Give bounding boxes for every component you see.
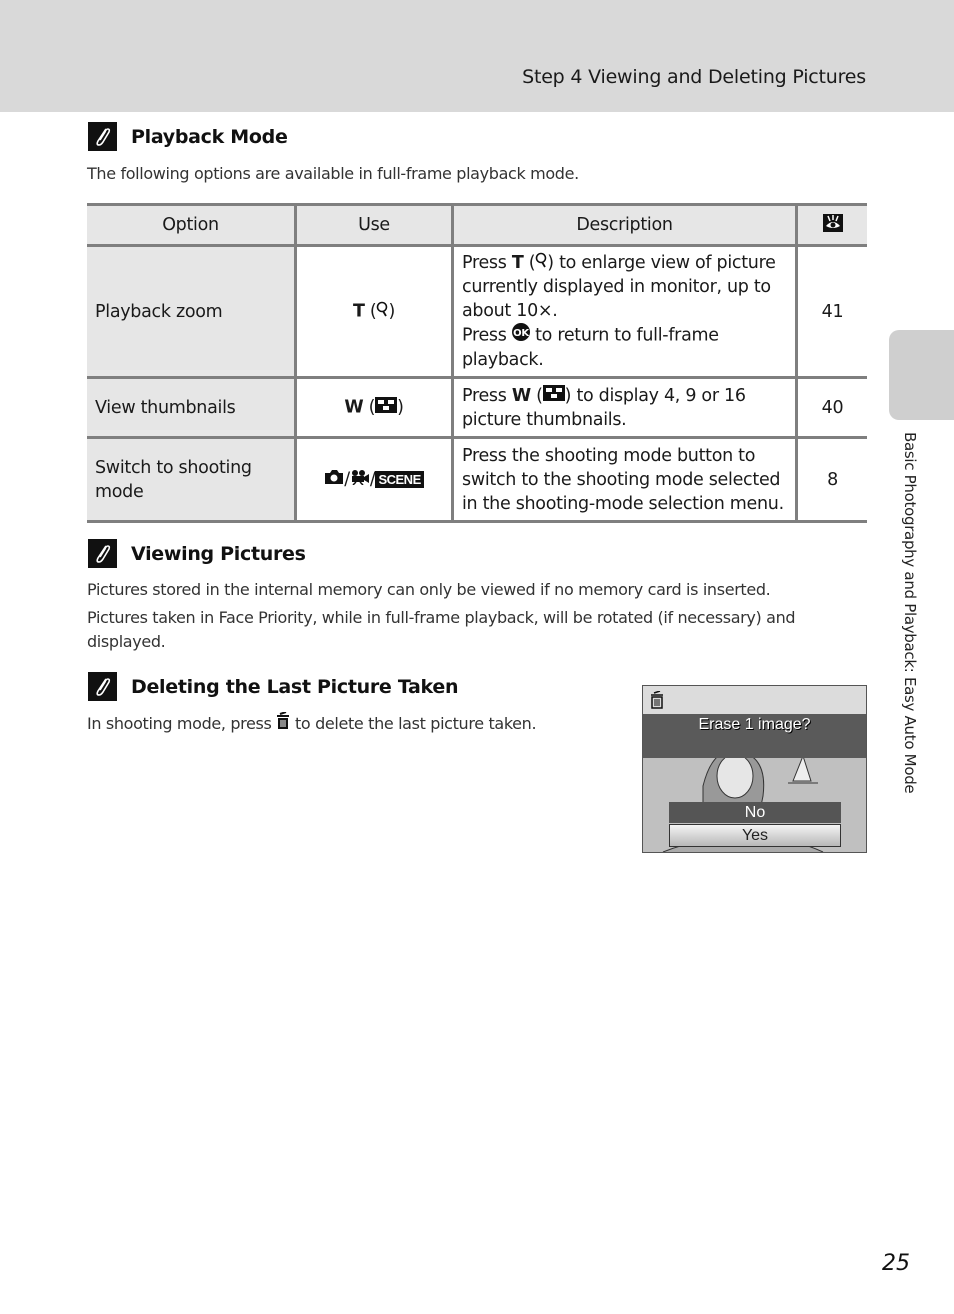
header-option: Option [87,203,296,247]
running-header: Step 4 Viewing and Deleting Pictures [522,66,866,88]
ok-button-icon: OK [511,323,531,348]
desc-text: to enlarge view of picture currently dis… [462,253,776,321]
use-cell: / / SCENE [294,436,453,523]
trash-icon [276,711,290,737]
zoom-magnifier-icon [376,301,388,322]
table-header-row: Option Use Description [87,203,867,247]
playback-intro: The following options are available in f… [87,164,579,183]
use-cell: W () [294,376,453,439]
note-paperclip-icon [88,122,117,151]
wide-key: W [344,397,364,418]
deleting-text: In shooting mode, press to delete the la… [87,711,537,737]
playback-options-table: Option Use Description Playback zoom T (… [87,203,867,523]
tele-key: T [353,301,365,322]
deleting-heading: Deleting the Last Picture Taken [88,672,459,701]
table-row: Playback zoom T () Press T () to enlarge… [87,244,867,379]
deleting-text-pre: In shooting mode, press [87,714,272,733]
page-ref: 41 [795,244,867,379]
use-cell: T () [294,244,453,379]
camera-monitor-screen: Erase 1 image? No Yes [642,685,867,853]
viewing-note-1: Pictures stored in the internal memory c… [87,580,771,599]
section-title: Viewing Pictures [131,542,306,565]
desc-text: Press [462,385,507,406]
svg-text:OK: OK [513,328,530,339]
page-number: 25 [882,1251,910,1276]
chapter-tab-label: Basic Photography and Playback: Easy Aut… [901,432,919,794]
header-description: Description [451,203,797,247]
description-cell: Press the shooting mode button to switch… [451,436,797,523]
movie-icon [350,469,370,490]
page-ref: 8 [795,436,867,523]
playback-mode-heading: Playback Mode [88,122,288,151]
table-row: View thumbnails W () Press W () to displ… [87,376,867,439]
deleting-text-post: to delete the last picture taken. [295,714,537,733]
screen-top-bar [643,686,866,714]
option-yes[interactable]: Yes [669,824,841,847]
thumbnail-grid-icon [375,397,398,418]
chapter-tab [889,330,954,420]
eye-reference-icon [822,213,843,237]
desc-text: Press [462,325,507,346]
thumbnail-grid-icon [542,384,565,408]
camera-icon [324,469,344,490]
trash-icon [650,690,664,713]
option-no[interactable]: No [669,802,841,823]
zoom-magnifier-icon [535,251,547,275]
header-use: Use [294,203,453,247]
section-title: Playback Mode [131,125,288,148]
table-row: Switch to shooting mode / / SCENE Press th… [87,436,867,523]
erase-prompt: Erase 1 image? [698,716,811,733]
desc-text: Press [462,253,507,273]
page-ref: 40 [795,376,867,439]
header-page [795,203,867,247]
header-band [0,0,954,112]
viewing-pictures-heading: Viewing Pictures [88,539,306,568]
note-paperclip-icon [88,672,117,701]
section-title: Deleting the Last Picture Taken [131,675,459,698]
wide-key: W [511,385,531,406]
option-cell: View thumbnails [87,376,296,439]
description-cell: Press T () to enlarge view of picture cu… [451,244,797,379]
option-cell: Playback zoom [87,244,296,379]
note-paperclip-icon [88,539,117,568]
scene-icon: SCENE [375,471,424,488]
option-cell: Switch to shooting mode [87,436,296,523]
description-cell: Press W () to display 4, 9 or 16 picture… [451,376,797,439]
tele-key: T [511,253,524,273]
viewing-note-2: Pictures taken in Face Priority, while i… [87,608,796,651]
